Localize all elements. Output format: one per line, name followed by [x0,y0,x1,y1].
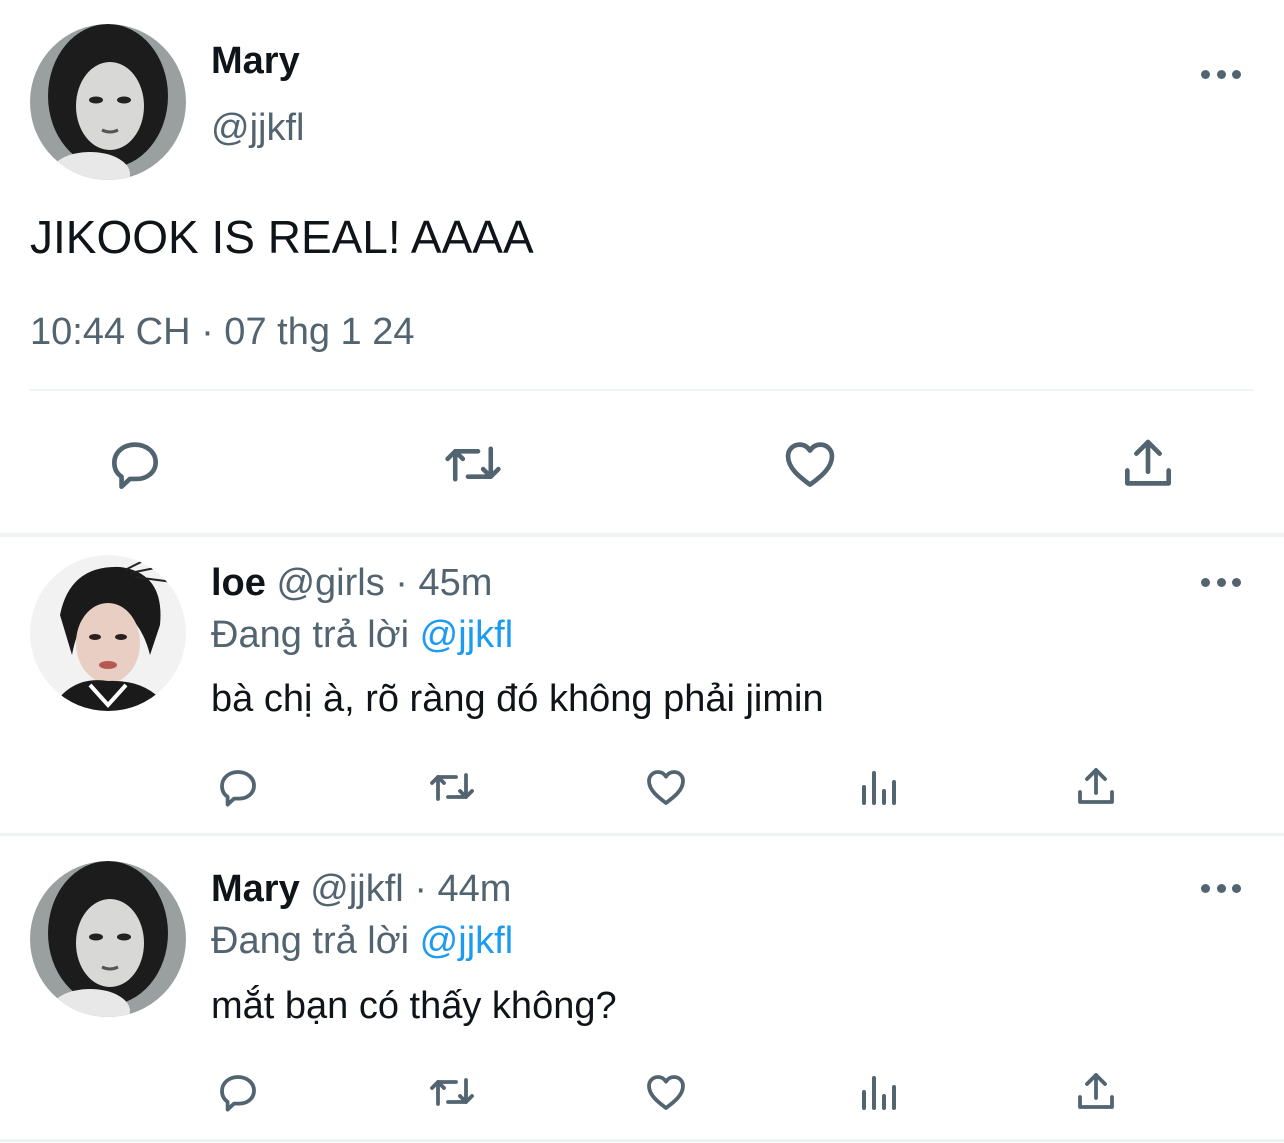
replying-to: Đang trả lời @jjkfl [211,920,513,963]
replying-to-label: Đang trả lời [211,920,410,962]
replying-to-handle[interactable]: @jjkfl [420,920,513,962]
author-handle[interactable]: @girls [276,562,384,604]
more-options-icon[interactable] [1201,882,1241,894]
author-name[interactable]: Mary [211,868,300,910]
reply-text: bà chị à, rõ ràng đó không phải jimin [211,678,824,720]
tweet-timestamp[interactable]: 10:44 CH · 07 thg 1 24 [30,311,414,354]
author-handle[interactable]: @jjkfl [310,868,403,910]
divider [30,389,1254,391]
more-options-icon[interactable] [1201,576,1241,588]
section-divider [0,1139,1284,1142]
like-icon[interactable] [779,433,841,495]
replying-to-label: Đang trả lời [211,614,410,656]
reply-header: loe @girls · 45m [211,562,492,605]
share-icon[interactable] [1072,1068,1120,1116]
views-icon[interactable] [857,763,905,811]
retweet-icon[interactable] [425,763,479,811]
author-name[interactable]: loe [211,562,266,604]
reply-time[interactable]: 44m [438,868,512,910]
more-options-icon[interactable] [1201,68,1241,80]
separator-dot: · [414,868,427,910]
reply-icon[interactable] [104,433,166,495]
share-icon[interactable] [1072,763,1120,811]
tweet-text: JIKOOK IS REAL! AAAA [30,211,534,263]
author-handle[interactable]: @jjkfl [211,107,304,150]
avatar[interactable] [30,861,186,1017]
views-icon[interactable] [857,1068,905,1116]
replying-to: Đang trả lời @jjkfl [211,614,513,657]
replying-to-handle[interactable]: @jjkfl [420,614,513,656]
avatar[interactable] [30,555,186,711]
section-divider [0,833,1284,836]
reply-icon[interactable] [214,1068,262,1116]
reply-header: Mary @jjkfl · 44m [211,868,511,911]
like-icon[interactable] [642,763,690,811]
reply-time[interactable]: 45m [419,562,493,604]
section-divider [0,533,1284,537]
like-icon[interactable] [642,1068,690,1116]
separator-dot: · [395,562,408,604]
reply-icon[interactable] [214,763,262,811]
retweet-icon[interactable] [425,1068,479,1116]
reply-text: mắt bạn có thấy không? [211,985,617,1027]
retweet-icon[interactable] [440,433,506,495]
avatar[interactable] [30,24,186,180]
share-icon[interactable] [1117,433,1179,495]
author-name[interactable]: Mary [211,40,300,83]
